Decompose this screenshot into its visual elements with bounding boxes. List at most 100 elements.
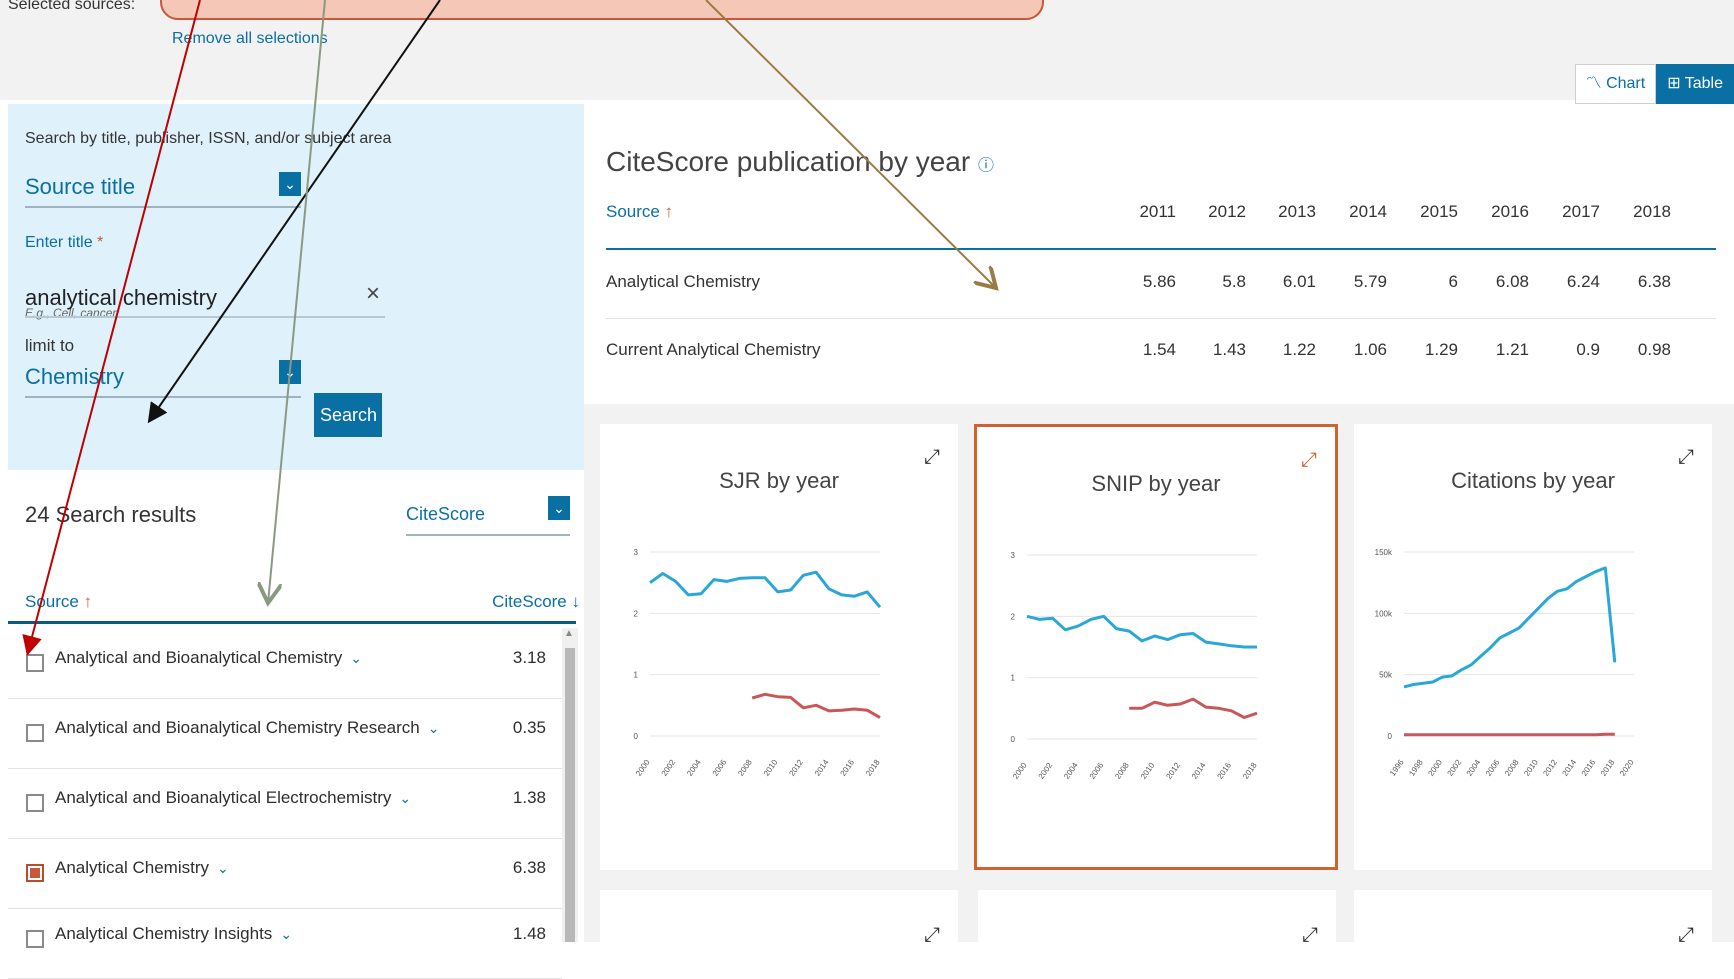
y-tick-label: 2: [634, 609, 639, 618]
source-name: Analytical Chemistry: [606, 272, 760, 291]
source-name[interactable]: Analytical Chemistry Insights ⌄: [55, 924, 292, 944]
snip-chart-card[interactable]: SNIP by year ⤢ 0 1 2 3 2000 2002 2004 2006 2008 2…: [974, 424, 1338, 870]
source-name[interactable]: Analytical and Bioanalytical Electrochem…: [55, 788, 411, 808]
year-header: 2017: [1562, 202, 1600, 221]
x-tick-label: 2016: [1216, 761, 1234, 781]
citescore-value: 1.38: [512, 788, 546, 807]
x-tick-label: 2012: [1541, 758, 1559, 778]
citescore-value: 0.35: [512, 718, 546, 737]
list-item[interactable]: Analytical Chemistry ⌄ 6.38: [8, 838, 562, 909]
chart-card: ⤢: [600, 890, 958, 950]
x-tick-label: 2020: [1618, 758, 1636, 778]
source-type-select[interactable]: Source title ⌄: [25, 172, 301, 208]
x-tick-label: 2008: [1113, 761, 1131, 781]
year-header: 2011: [1139, 202, 1176, 221]
table-view-label: Table: [1684, 75, 1723, 92]
table-header: Source ↑ 2011 2012 2013 2014 2015 2016 2…: [606, 192, 1716, 250]
chevron-down-icon: ⌄: [399, 790, 412, 806]
expand-icon[interactable]: ⤢: [1301, 449, 1317, 472]
citescore-cell: 5.79: [1353, 272, 1387, 291]
citescore-cell: 6.24: [1566, 272, 1600, 291]
main-panel: CiteScore publication by year ⓘ Source ↑…: [584, 104, 1734, 404]
expand-icon[interactable]: ⤢: [1302, 924, 1318, 947]
table-view-button[interactable]: ⊞ Table: [1656, 64, 1734, 104]
title-input[interactable]: [25, 280, 385, 318]
list-item[interactable]: Analytical and Bioanalytical Chemistry ⌄ …: [8, 628, 562, 699]
x-tick-label: 2014: [1190, 761, 1208, 781]
y-tick-label: 50k: [1379, 671, 1393, 680]
source-checkbox[interactable]: [26, 654, 44, 672]
source-checkbox[interactable]: [26, 724, 44, 742]
chart-card: ⤢: [1354, 890, 1712, 950]
source-name[interactable]: Analytical Chemistry ⌄: [55, 858, 229, 878]
citescore-cell: 1.21: [1495, 340, 1529, 359]
x-tick-label: 2004: [685, 758, 703, 778]
citescore-cell: 5.86: [1142, 272, 1176, 291]
source-checkbox[interactable]: [26, 794, 44, 812]
x-tick-label: 2012: [1164, 761, 1182, 781]
expand-icon[interactable]: ⤢: [1678, 446, 1694, 469]
citescore-cell: 6: [1448, 272, 1458, 291]
remove-all-selections-link[interactable]: Remove all selections: [172, 30, 328, 48]
chevron-down-icon: ⌄: [427, 720, 440, 736]
chevron-down-icon: ⌄: [548, 496, 570, 520]
y-tick-label: 0: [634, 732, 639, 741]
x-tick-label: 2000: [634, 758, 652, 778]
series-line: [1026, 614, 1257, 649]
sort-by-citescore[interactable]: CiteScore ↓: [492, 592, 580, 612]
citescore-cell: 0.98: [1637, 340, 1671, 359]
expand-icon[interactable]: ⤢: [924, 924, 940, 947]
year-header: 2015: [1420, 202, 1458, 221]
y-tick-label: 0: [1011, 735, 1016, 744]
y-tick-label: 2: [1011, 612, 1016, 621]
citescore-cell: 5.8: [1222, 272, 1246, 291]
year-header: 2016: [1491, 202, 1529, 221]
expand-icon[interactable]: ⤢: [1678, 924, 1694, 947]
scroll-up-icon[interactable]: ▲: [564, 628, 574, 639]
year-header: 2018: [1633, 202, 1671, 221]
x-tick-label: 2006: [1484, 758, 1502, 778]
clear-icon[interactable]: ×: [366, 280, 380, 308]
sort-by-source[interactable]: Source ↑: [25, 592, 92, 612]
citescore-cell: 1.54: [1142, 340, 1176, 359]
source-name[interactable]: Analytical and Bioanalytical Chemistry R…: [55, 718, 439, 738]
year-header: 2014: [1349, 202, 1387, 221]
table-row: Analytical Chemistry 5.86 5.8 6.01 5.79 …: [606, 250, 1716, 319]
help-icon[interactable]: ⓘ: [978, 158, 994, 175]
list-item[interactable]: Analytical and Bioanalytical Electrochem…: [8, 768, 562, 839]
search-button[interactable]: Search: [314, 393, 382, 437]
sort-by-select[interactable]: CiteScore ⌄: [406, 496, 570, 536]
citescore-cell: 1.06: [1353, 340, 1387, 359]
chevron-down-icon: ⌄: [279, 172, 301, 196]
x-tick-label: 2006: [1088, 761, 1106, 781]
subject-limit-select[interactable]: Chemistry ⌄: [25, 360, 301, 398]
chevron-down-icon: ⌄: [217, 860, 229, 876]
citescore-cell: 1.22: [1282, 340, 1316, 359]
citescore-cell: 6.01: [1282, 272, 1316, 291]
x-tick-label: 2002: [1446, 758, 1464, 778]
header-rule: [8, 621, 576, 624]
list-item[interactable]: Analytical Chemistry Insights ⌄ 1.48: [8, 908, 562, 979]
x-tick-label: 2002: [1037, 761, 1055, 781]
source-checkbox[interactable]: [26, 930, 44, 948]
year-header: 2012: [1208, 202, 1246, 221]
table-row: Current Analytical Chemistry 1.54 1.43 1…: [606, 318, 1716, 386]
expand-icon[interactable]: ⤢: [924, 446, 940, 469]
chart-view-button[interactable]: 〽 Chart: [1574, 64, 1657, 104]
list-item[interactable]: Analytical and Bioanalytical Chemistry R…: [8, 698, 562, 769]
x-tick-label: 2000: [1011, 761, 1029, 781]
scrollbar-thumb[interactable]: [565, 648, 575, 942]
title-field-label: Enter title *: [25, 234, 104, 251]
citescore-cell: 1.29: [1424, 340, 1458, 359]
series-line: [649, 570, 882, 609]
x-tick-label: 2018: [1599, 758, 1617, 778]
x-tick-label: 2008: [1503, 758, 1521, 778]
source-checkbox[interactable]: [26, 864, 44, 882]
citescore-value: 3.18: [512, 648, 546, 667]
sort-by-source[interactable]: Source ↑: [606, 202, 673, 222]
results-header: Source ↑ CiteScore ↓: [8, 564, 584, 611]
x-tick-label: 2004: [1062, 761, 1080, 781]
source-name: Current Analytical Chemistry: [606, 340, 821, 359]
source-name[interactable]: Analytical and Bioanalytical Chemistry ⌄: [55, 648, 362, 668]
x-tick-label: 2008: [736, 758, 754, 778]
